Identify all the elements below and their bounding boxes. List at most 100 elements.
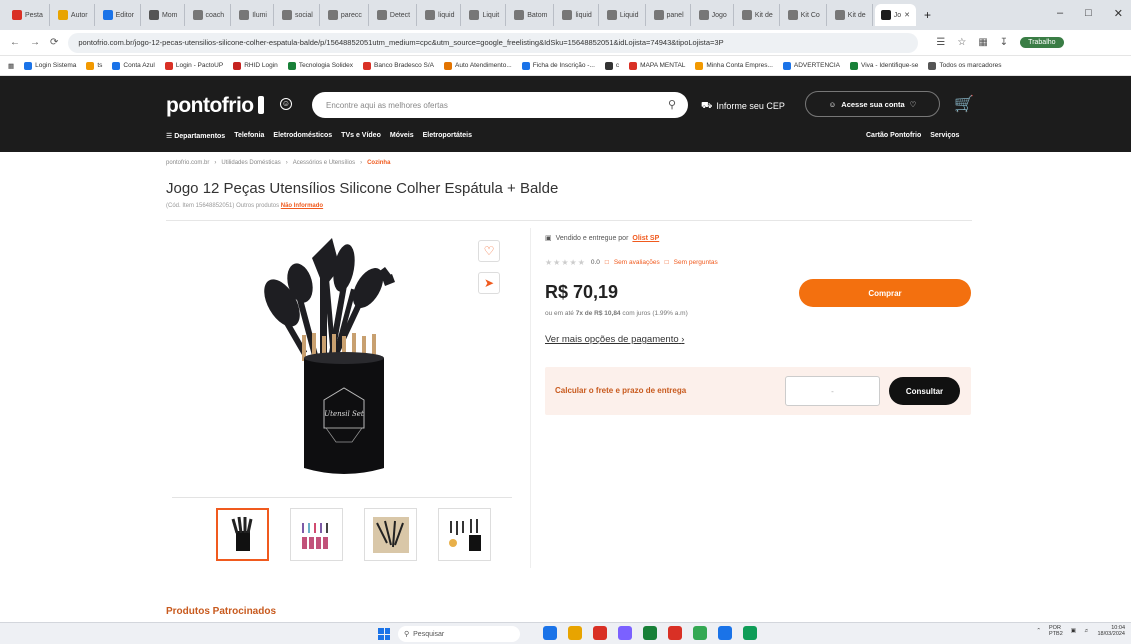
download-icon[interactable]: ↧ — [1000, 37, 1008, 48]
taskbar-app-icon[interactable] — [668, 626, 682, 640]
nav-right-item[interactable]: Serviços — [930, 132, 959, 139]
taskbar-app-icon[interactable] — [593, 626, 607, 640]
cep-button[interactable]: ⛟ Informe seu CEP — [701, 100, 785, 112]
breadcrumb-item[interactable]: Acessórios e Utensílios — [293, 160, 355, 166]
new-tab-icon[interactable]: + — [924, 8, 931, 22]
bookmark-item[interactable]: Login - PactoUP — [164, 61, 223, 70]
nav-item[interactable]: Móveis — [390, 132, 414, 140]
browser-tab[interactable]: Liquid — [601, 4, 646, 26]
network-icon[interactable]: ▣ — [1071, 628, 1076, 634]
maximize-icon[interactable]: □ — [1085, 7, 1092, 20]
favorite-button[interactable]: ♡ — [478, 240, 500, 262]
nav-departments[interactable]: ☰ Departamentos — [166, 132, 225, 140]
breadcrumb-item[interactable]: pontofrio.com.br — [166, 160, 209, 166]
more-payment-link[interactable]: Ver mais opções de pagamento › — [545, 334, 684, 345]
bookmark-item[interactable]: Conta Azul — [112, 61, 155, 70]
login-button[interactable]: ☺ Acesse sua conta ♡ — [805, 91, 940, 117]
thumbnail-2[interactable] — [290, 508, 343, 561]
nav-item[interactable]: Eletroportáteis — [423, 132, 472, 140]
taskbar-app-icon[interactable] — [693, 626, 707, 640]
profile-button[interactable]: Trabalho — [1020, 37, 1064, 48]
cep-input[interactable]: - — [785, 376, 880, 406]
bookmark-item[interactable]: MAPA MENTAL — [629, 61, 685, 70]
taskbar-app-icon[interactable] — [743, 626, 757, 640]
share-button[interactable]: ➤ — [478, 272, 500, 294]
close-tab-icon[interactable]: ✕ — [904, 11, 910, 19]
extensions-icon[interactable]: ▦ — [978, 37, 987, 48]
bookmark-item[interactable]: ADVERTENCIA — [782, 61, 840, 70]
bookmark-item[interactable]: Viva - Identifique-se — [850, 61, 918, 70]
taskbar-search[interactable]: ⚲ Pesquisar — [398, 626, 520, 642]
bookmark-item[interactable]: Tecnologia Solidex — [287, 61, 353, 70]
nav-item[interactable]: Telefonia — [234, 132, 264, 140]
bookmark-star-icon[interactable]: ☆ — [957, 37, 966, 48]
questions-link[interactable]: Sem perguntas — [674, 259, 718, 266]
browser-tab[interactable]: Mom — [143, 4, 185, 26]
bookmark-item[interactable]: Banco Bradesco S/A — [363, 61, 434, 70]
browser-tab[interactable]: Kit de — [829, 4, 873, 26]
heart-icon[interactable]: ♡ — [910, 100, 917, 109]
taskbar-app-icon[interactable] — [543, 626, 557, 640]
bookmark-item[interactable]: Minha Conta Empres... — [695, 61, 773, 70]
reload-icon[interactable]: ⟳ — [50, 37, 58, 48]
browser-tab[interactable]: Kit Co — [782, 4, 827, 26]
volume-icon[interactable]: ♬ — [1084, 628, 1090, 634]
browser-tab[interactable]: Kit de — [736, 4, 780, 26]
browser-tab[interactable]: panel — [648, 4, 691, 26]
bookmark-item[interactable]: c — [604, 61, 619, 70]
forward-icon[interactable]: → — [30, 37, 40, 48]
taskbar-app-icon[interactable] — [643, 626, 657, 640]
browser-tab[interactable]: Detect — [371, 4, 418, 26]
close-window-icon[interactable]: ✕ — [1114, 7, 1123, 20]
accessibility-icon[interactable]: ☺ — [280, 98, 292, 110]
thumbnail-3[interactable] — [364, 508, 417, 561]
url-field[interactable]: pontofrio.com.br/jogo-12-pecas-utensilio… — [68, 32, 919, 53]
browser-tab[interactable]: coach — [187, 4, 232, 26]
product-main-image[interactable]: Utensil Set ♡ ➤ — [172, 228, 512, 496]
browser-tab[interactable]: liquid — [419, 4, 462, 26]
nav-right-item[interactable]: Cartão Pontofrio — [866, 132, 921, 139]
language-indicator[interactable]: POR PTB2 — [1049, 625, 1063, 637]
taskbar-app-icon[interactable] — [618, 626, 632, 640]
nav-item[interactable]: TVs e Vídeo — [341, 132, 381, 140]
reviews-link[interactable]: Sem avaliações — [614, 259, 660, 266]
consult-button[interactable]: Consultar — [889, 377, 960, 405]
chevron-up-icon[interactable]: ⌃ — [1036, 628, 1041, 634]
browser-tab[interactable]: Pesta — [6, 4, 50, 26]
browser-tab-active[interactable]: Jo ✕ — [874, 4, 916, 26]
breadcrumb-item[interactable]: Utilidades Domésticas — [221, 160, 280, 166]
windows-start-icon[interactable] — [378, 628, 390, 640]
browser-tab[interactable]: parecc — [322, 4, 369, 26]
search-icon[interactable]: ⚲ — [668, 98, 676, 111]
bookmark-item[interactable]: RHID Login — [233, 61, 278, 70]
browser-tab[interactable]: Jogo — [693, 4, 734, 26]
cart-icon[interactable]: 🛒 — [954, 94, 974, 114]
bookmark-item[interactable]: Login Sistema — [24, 61, 76, 70]
translate-icon[interactable]: ☰ — [936, 37, 945, 48]
buy-button[interactable]: Comprar — [799, 279, 971, 307]
browser-tab[interactable]: liquid — [556, 4, 599, 26]
brand-link[interactable]: Não Informado — [281, 203, 323, 209]
browser-tab[interactable]: Batom — [508, 4, 555, 26]
taskbar-app-icon[interactable] — [718, 626, 732, 640]
thumbnail-4[interactable] — [438, 508, 491, 561]
back-icon[interactable]: ← — [10, 37, 20, 48]
bookmark-item[interactable]: Todos os marcadores — [928, 61, 1002, 70]
site-logo[interactable]: pontofrio — [166, 94, 264, 118]
taskbar-app-icon[interactable] — [568, 626, 582, 640]
browser-tab[interactable]: Editor — [97, 4, 141, 26]
apps-grid-icon[interactable]: ▦ — [8, 62, 14, 70]
nav-item[interactable]: Eletrodomésticos — [273, 132, 332, 140]
search-input[interactable]: Encontre aqui as melhores ofertas ⚲ — [312, 92, 688, 118]
browser-tab[interactable]: Autor — [52, 4, 95, 26]
thumbnail-1[interactable] — [216, 508, 269, 561]
bookmark-item[interactable]: ts — [86, 61, 102, 70]
seller-link[interactable]: Olist SP — [632, 235, 659, 242]
minimize-icon[interactable]: – — [1057, 7, 1063, 20]
browser-tab[interactable]: social — [276, 4, 320, 26]
bookmark-item[interactable]: Ficha de Inscrição -... — [521, 61, 595, 70]
breadcrumb-item[interactable]: Cozinha — [367, 160, 390, 166]
browser-tab[interactable]: Liquit — [463, 4, 507, 26]
bookmark-item[interactable]: Auto Atendimento... — [444, 61, 512, 70]
clock[interactable]: 10:04 18/03/2024 — [1097, 625, 1125, 637]
